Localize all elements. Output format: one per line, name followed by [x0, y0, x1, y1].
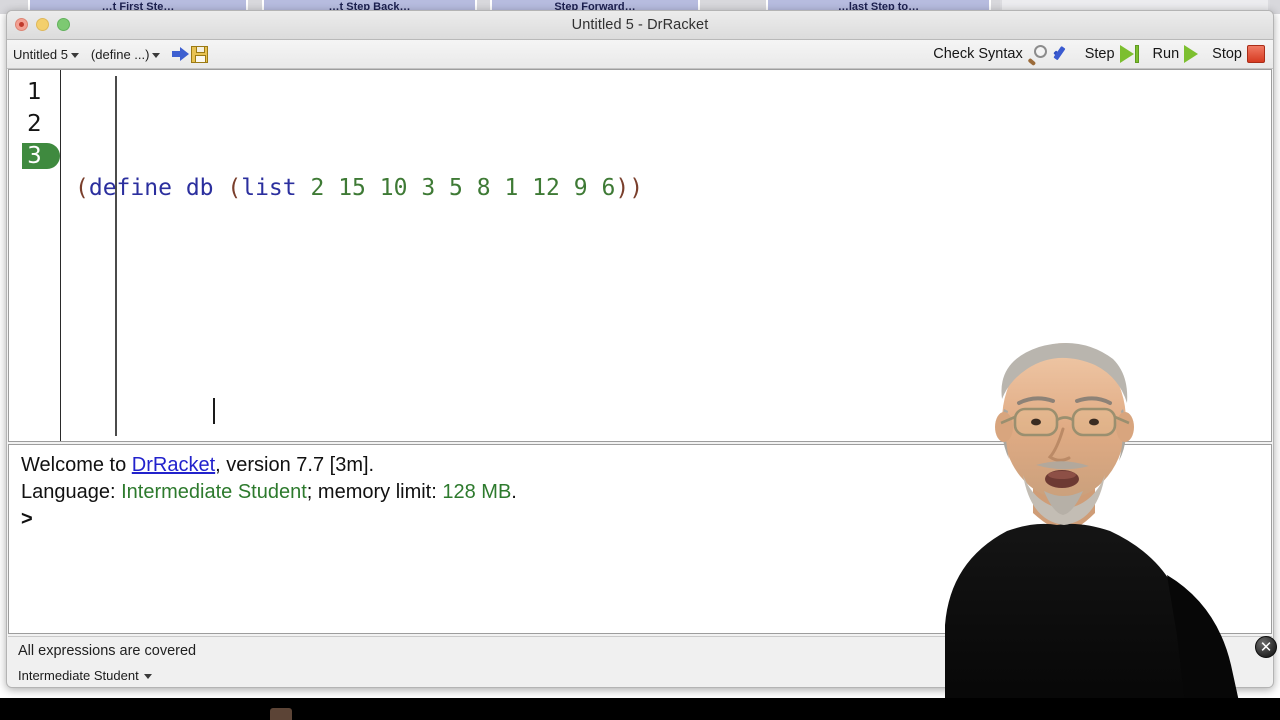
stop-square-icon — [1247, 45, 1265, 63]
minimize-window-button[interactable] — [36, 18, 49, 31]
code-token: ( — [227, 175, 242, 201]
memory-period: . — [511, 481, 517, 503]
memory-value: 128 MB — [442, 481, 512, 503]
code-text[interactable]: (define db (list 2 15 10 3 5 8 1 12 9 6)… — [61, 70, 1271, 441]
coverage-status: All expressions are covered — [18, 643, 197, 659]
code-token: 2 — [310, 175, 325, 201]
welcome-line: Welcome to DrRacket, version 7.7 [3m]. — [21, 452, 1271, 479]
step-button[interactable]: Step — [1085, 45, 1139, 63]
bottom-letterbox — [0, 698, 1280, 720]
run-label: Run — [1152, 46, 1180, 62]
bottom-artifact — [270, 708, 292, 720]
version-text: , version 7.7 [3m]. — [215, 454, 375, 476]
code-token: ) — [615, 175, 630, 201]
language-label: Language: — [21, 481, 122, 503]
memory-label: ; memory limit: — [306, 481, 443, 503]
window-controls — [15, 18, 70, 31]
code-token: 8 — [476, 175, 491, 201]
code-token: define — [88, 175, 172, 201]
interactions-pane[interactable]: Welcome to DrRacket, version 7.7 [3m]. L… — [8, 444, 1272, 634]
close-window-button[interactable] — [15, 18, 28, 31]
definitions-pane[interactable]: 1 2 3 (define db (list 2 15 10 3 5 8 1 1… — [8, 69, 1272, 442]
language-selector-label: Intermediate Student — [18, 668, 139, 683]
magnifier-icon — [1027, 45, 1048, 66]
code-line-current — [75, 364, 1271, 424]
toolbar: Untitled 5 (define ...) Check Syntax Ste… — [7, 40, 1273, 69]
repl-prompt[interactable]: > — [21, 506, 1271, 533]
code-token: list — [241, 175, 297, 201]
code-token: 6 — [601, 175, 616, 201]
title-bar: Untitled 5 - DrRacket — [7, 11, 1273, 40]
welcome-prefix: Welcome to — [21, 454, 132, 476]
window-title: Untitled 5 - DrRacket — [571, 17, 709, 33]
step-play-icon — [1119, 45, 1139, 63]
stop-label: Stop — [1212, 46, 1242, 62]
file-name-label: Untitled 5 — [13, 46, 68, 62]
text-cursor — [213, 398, 215, 424]
line-number: 1 — [27, 79, 42, 105]
code-token: 5 — [449, 175, 463, 201]
check-syntax-button[interactable]: Check Syntax — [933, 45, 1071, 66]
code-token: db — [185, 175, 214, 201]
check-syntax-label: Check Syntax — [933, 46, 1023, 62]
screen-root: …t First Ste… …t Step Back… Step Forward… — [0, 0, 1280, 720]
code-token: 3 — [421, 175, 436, 201]
chevron-down-icon — [70, 52, 79, 58]
run-button[interactable]: Run — [1153, 45, 1199, 63]
save-button[interactable] — [172, 45, 209, 63]
file-name-menu[interactable]: Untitled 5 — [13, 47, 79, 62]
floppy-save-icon — [191, 45, 209, 63]
chevron-down-icon — [143, 674, 152, 679]
drracket-window: Untitled 5 - DrRacket Untitled 5 (define… — [6, 10, 1274, 688]
language-name: Intermediate Student — [121, 481, 307, 503]
code-token: 12 — [532, 175, 560, 201]
zoom-window-button[interactable] — [57, 18, 70, 31]
code-token: 15 — [338, 175, 366, 201]
drracket-link[interactable]: DrRacket — [132, 454, 215, 476]
status-bar: All expressions are covered Intermediate… — [8, 636, 1272, 687]
play-icon — [1184, 45, 1199, 63]
indent-guide — [115, 76, 117, 436]
code-token: 9 — [573, 175, 588, 201]
line-number-current: 3 — [9, 140, 60, 172]
chevron-down-icon — [152, 52, 161, 58]
step-label: Step — [1084, 46, 1115, 62]
code-line: (define db (list 2 15 10 3 5 8 1 12 9 6)… — [75, 172, 1271, 204]
definitions-menu[interactable]: (define ...) — [91, 47, 161, 62]
code-token: ( — [75, 175, 89, 201]
stop-button[interactable]: Stop — [1212, 45, 1265, 63]
language-selector[interactable]: Intermediate Student — [18, 668, 152, 683]
code-token: 10 — [379, 175, 408, 201]
code-token: 1 — [504, 175, 519, 201]
line-number: 2 — [27, 111, 42, 137]
language-line: Language: Intermediate Student; memory l… — [21, 479, 1271, 506]
code-token: ) — [629, 175, 644, 201]
blue-right-arrow-icon — [172, 47, 190, 62]
checkmark-icon — [1053, 45, 1071, 63]
definitions-label: (define ...) — [90, 46, 150, 62]
line-number-gutter: 1 2 3 — [9, 70, 61, 441]
